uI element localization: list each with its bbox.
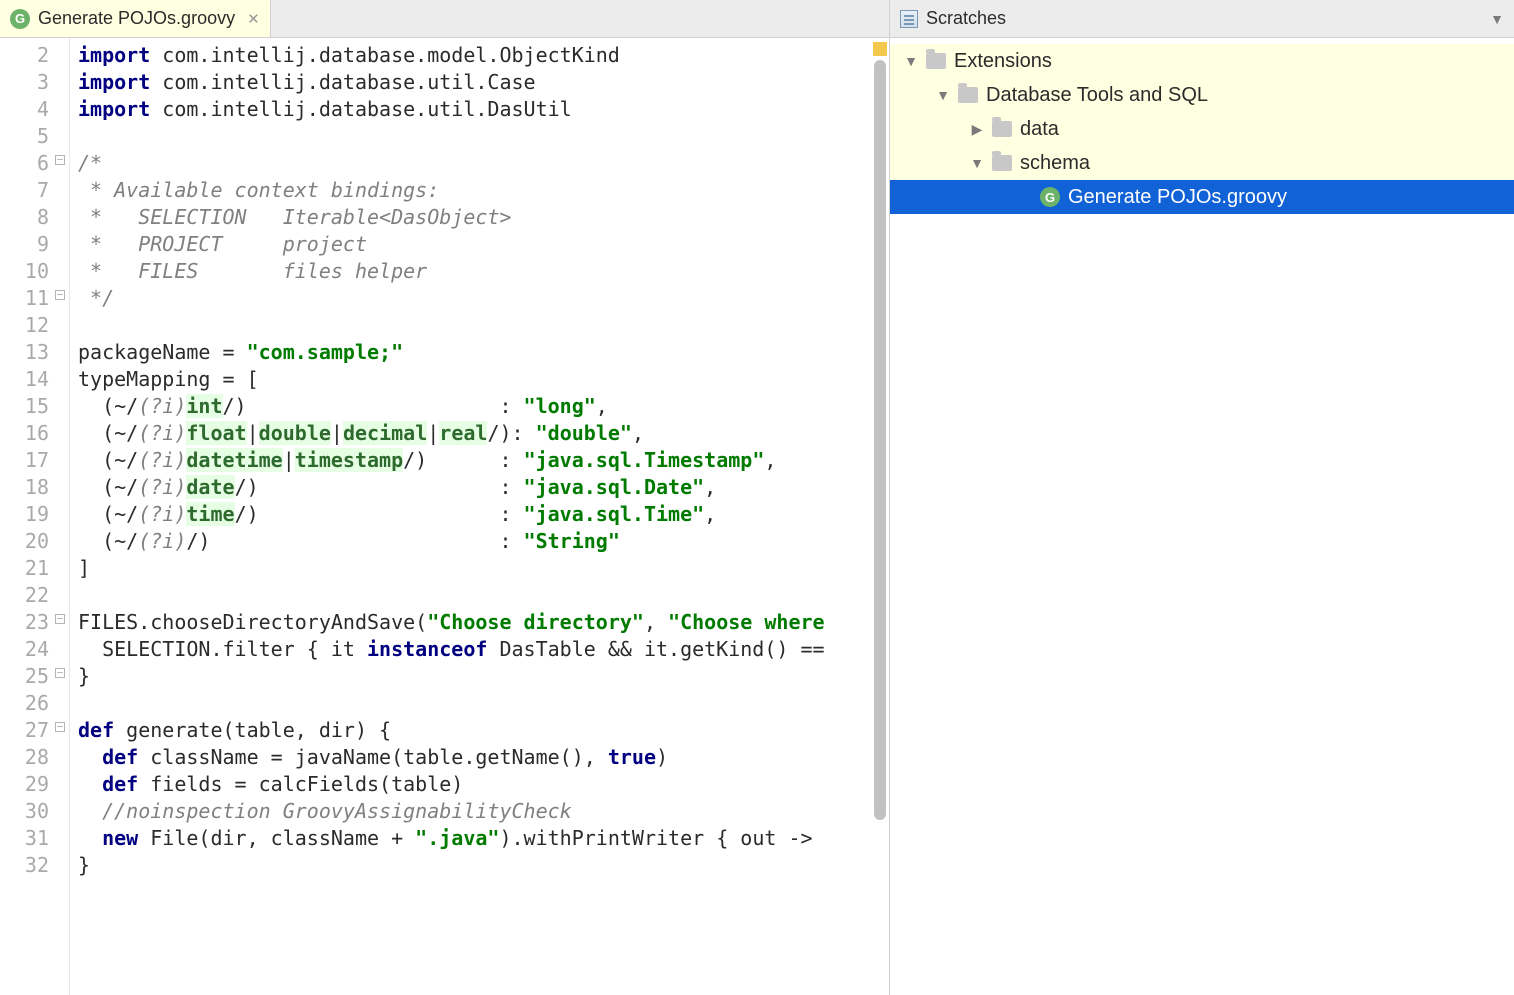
code-line[interactable] bbox=[78, 123, 889, 150]
scratches-header: Scratches ▼ bbox=[890, 0, 1514, 38]
code-line[interactable]: packageName = "com.sample;" bbox=[78, 339, 889, 366]
code-line[interactable] bbox=[78, 690, 889, 717]
folder-icon bbox=[926, 53, 946, 69]
scratches-panel: Scratches ▼ ▼ Extensions ▼ Database Tool… bbox=[890, 0, 1514, 995]
warning-marker bbox=[873, 42, 887, 56]
tree-node-data[interactable]: ▶ data bbox=[890, 112, 1514, 146]
code-line[interactable]: FILES.chooseDirectoryAndSave("Choose dir… bbox=[78, 609, 889, 636]
chevron-down-icon[interactable]: ▼ bbox=[970, 155, 984, 171]
scrollbar-thumb[interactable] bbox=[874, 60, 886, 820]
tree-label: schema bbox=[1020, 152, 1090, 175]
code-line[interactable]: ] bbox=[78, 555, 889, 582]
chevron-down-icon[interactable]: ▼ bbox=[1490, 11, 1504, 27]
project-tree: ▼ Extensions ▼ Database Tools and SQL ▶ … bbox=[890, 38, 1514, 214]
app-root: G Generate POJOs.groovy ✕ 2 3 4 5 6 7 8 … bbox=[0, 0, 1514, 995]
code-line[interactable]: def generate(table, dir) { bbox=[78, 717, 889, 744]
code-line[interactable]: } bbox=[78, 852, 889, 879]
code-line[interactable]: } bbox=[78, 663, 889, 690]
editor-gutter: 2 3 4 5 6 7 8 9 10 11 12 13 14 15 16 17 … bbox=[0, 38, 70, 995]
code-line[interactable] bbox=[78, 312, 889, 339]
code-line[interactable]: (~/(?i)/) : "String" bbox=[78, 528, 889, 555]
editor-tab-bar: G Generate POJOs.groovy ✕ bbox=[0, 0, 889, 38]
editor-body: 2 3 4 5 6 7 8 9 10 11 12 13 14 15 16 17 … bbox=[0, 38, 889, 995]
code-line[interactable]: def className = javaName(table.getName()… bbox=[78, 744, 889, 771]
code-line[interactable]: def fields = calcFields(table) bbox=[78, 771, 889, 798]
fold-open-icon[interactable]: – bbox=[55, 614, 65, 624]
editor-pane: G Generate POJOs.groovy ✕ 2 3 4 5 6 7 8 … bbox=[0, 0, 890, 995]
tree-label: Extensions bbox=[954, 50, 1052, 73]
code-line[interactable]: * FILES files helper bbox=[78, 258, 889, 285]
close-icon[interactable]: ✕ bbox=[243, 10, 260, 28]
code-line[interactable]: //noinspection GroovyAssignabilityCheck bbox=[78, 798, 889, 825]
code-line[interactable]: (~/(?i)time/) : "java.sql.Time", bbox=[78, 501, 889, 528]
code-line[interactable]: (~/(?i)date/) : "java.sql.Date", bbox=[78, 474, 889, 501]
tab-title: Generate POJOs.groovy bbox=[38, 8, 235, 29]
tree-label: Database Tools and SQL bbox=[986, 84, 1208, 107]
scratches-icon bbox=[900, 10, 918, 28]
code-line[interactable]: typeMapping = [ bbox=[78, 366, 889, 393]
scratches-title: Scratches bbox=[926, 8, 1006, 29]
groovy-file-icon: G bbox=[10, 9, 30, 29]
fold-open-icon[interactable]: – bbox=[55, 722, 65, 732]
code-line[interactable]: (~/(?i)int/) : "long", bbox=[78, 393, 889, 420]
tree-node-database-tools[interactable]: ▼ Database Tools and SQL bbox=[890, 78, 1514, 112]
tree-node-extensions[interactable]: ▼ Extensions bbox=[890, 44, 1514, 78]
code-line[interactable]: */ bbox=[78, 285, 889, 312]
groovy-file-icon: G bbox=[1040, 187, 1060, 207]
code-line[interactable]: /* bbox=[78, 150, 889, 177]
editor-tab[interactable]: G Generate POJOs.groovy ✕ bbox=[0, 0, 271, 37]
code-line[interactable]: new File(dir, className + ".java").withP… bbox=[78, 825, 889, 852]
chevron-down-icon[interactable]: ▼ bbox=[936, 87, 950, 103]
code-line[interactable]: (~/(?i)float|double|decimal|real/): "dou… bbox=[78, 420, 889, 447]
code-line[interactable]: * SELECTION Iterable<DasObject> bbox=[78, 204, 889, 231]
fold-open-icon[interactable]: – bbox=[55, 155, 65, 165]
vertical-scrollbar[interactable] bbox=[871, 38, 889, 995]
chevron-down-icon[interactable]: ▼ bbox=[904, 53, 918, 69]
folder-icon bbox=[992, 155, 1012, 171]
fold-close-icon[interactable]: – bbox=[55, 290, 65, 300]
code-line[interactable]: import com.intellij.database.util.DasUti… bbox=[78, 96, 889, 123]
code-area[interactable]: import com.intellij.database.model.Objec… bbox=[70, 38, 889, 995]
folder-icon bbox=[992, 121, 1012, 137]
tree-label: Generate POJOs.groovy bbox=[1068, 186, 1287, 209]
chevron-right-icon[interactable]: ▶ bbox=[970, 121, 984, 138]
tree-node-schema[interactable]: ▼ schema bbox=[890, 146, 1514, 180]
tree-label: data bbox=[1020, 118, 1059, 141]
code-line[interactable]: * PROJECT project bbox=[78, 231, 889, 258]
tree-node-file-selected[interactable]: G Generate POJOs.groovy bbox=[890, 180, 1514, 214]
code-line[interactable]: import com.intellij.database.model.Objec… bbox=[78, 42, 889, 69]
code-line[interactable]: import com.intellij.database.util.Case bbox=[78, 69, 889, 96]
fold-close-icon[interactable]: – bbox=[55, 668, 65, 678]
code-line[interactable]: * Available context bindings: bbox=[78, 177, 889, 204]
code-line[interactable]: (~/(?i)datetime|timestamp/) : "java.sql.… bbox=[78, 447, 889, 474]
code-line[interactable]: SELECTION.filter { it instanceof DasTabl… bbox=[78, 636, 889, 663]
code-line[interactable] bbox=[78, 582, 889, 609]
folder-icon bbox=[958, 87, 978, 103]
fold-column: – – – – – bbox=[53, 38, 69, 995]
